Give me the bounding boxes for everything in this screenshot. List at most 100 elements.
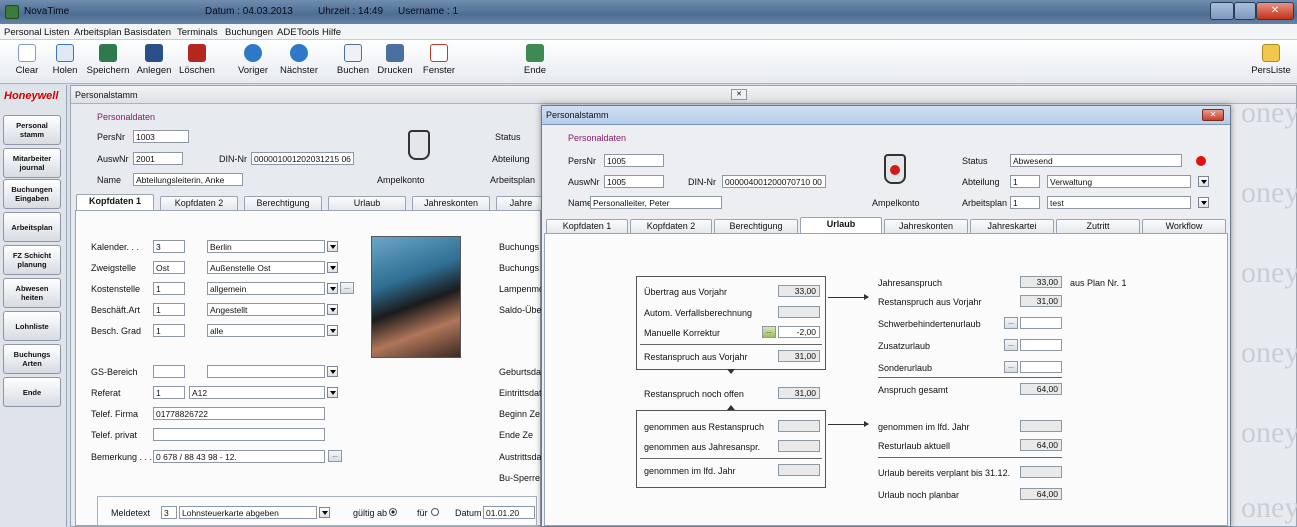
front-tab-urlaub[interactable]: Urlaub [800,217,882,233]
minimize-button[interactable] [1210,2,1234,20]
back-close-button[interactable]: ✕ [731,89,747,100]
anlegen-button[interactable]: Anlegen [131,42,177,82]
front-arbeitsplan-dropdown[interactable] [1198,197,1209,208]
kostenstelle-code[interactable]: 1 [153,282,185,295]
schwerbehindert-browse-button[interactable]: ... [1004,317,1018,329]
zusatzurlaub-field[interactable] [1020,339,1062,351]
front-tab-zutritt[interactable]: Zutritt [1056,219,1140,233]
beschaeftart-value[interactable]: Angestellt [207,303,325,316]
telef-firma-field[interactable]: 01778826722 [153,407,325,420]
loeschen-button[interactable]: Löschen [174,42,220,82]
referat-value[interactable]: A12 [189,386,325,399]
beschaeftart-dropdown[interactable] [327,304,338,315]
front-din-field[interactable]: 000004001200070710 00 [722,175,826,188]
manuell-field[interactable]: -2,00 [778,326,820,338]
front-persnr-field[interactable]: 1005 [604,154,664,167]
meldetext-field[interactable]: Lohnsteuerkarte abgeben [179,506,317,519]
auswnr-field[interactable]: 2001 [133,152,183,165]
name-field[interactable]: Abteilungsleiterin, Anke [133,173,243,186]
voriger-button[interactable]: Voriger [230,42,276,82]
sonderurlaub-browse-button[interactable]: ... [1004,361,1018,373]
sidebar-ende[interactable]: Ende [3,377,61,407]
front-arbeitsplan-field[interactable]: test [1047,196,1191,209]
beschaeftart-code[interactable]: 1 [153,303,185,316]
front-close-button[interactable]: ✕ [1202,109,1224,121]
telef-privat-field[interactable] [153,428,325,441]
ende-button[interactable]: Ende [512,42,558,82]
buchen-button[interactable]: Buchen [330,42,376,82]
fuer-radio[interactable] [431,508,439,516]
sidebar-lohnliste[interactable]: Lohnliste [3,311,61,341]
gueltig-radio[interactable] [389,508,397,516]
menu-listen[interactable]: Listen [44,27,69,38]
referat-code[interactable]: 1 [153,386,185,399]
manuell-browse-button[interactable]: ... [762,326,776,338]
meldetext-code[interactable]: 3 [161,506,177,519]
front-status-field[interactable]: Abwesend [1010,154,1182,167]
kalender-dropdown[interactable] [327,241,338,252]
sonderurlaub-field[interactable] [1020,361,1062,373]
gs-bereich-value[interactable] [207,365,325,378]
front-arbeitsplan-code[interactable]: 1 [1010,196,1040,209]
kostenstelle-value[interactable]: allgemein [207,282,325,295]
sidebar-abwesenheiten[interactable]: Abwesen heiten [3,278,61,308]
front-tab-jahreskartei[interactable]: Jahreskartei [970,219,1054,233]
persnr-field[interactable]: 1003 [133,130,189,143]
close-button[interactable]: ✕ [1256,2,1294,20]
gs-bereich-code[interactable] [153,365,185,378]
drucken-button[interactable]: Drucken [372,42,418,82]
tab-jahreskonten[interactable]: Jahreskonten [412,196,490,210]
tab-urlaub[interactable]: Urlaub [328,196,406,210]
zweigstelle-value[interactable]: Außenstelle Ost [207,261,325,274]
schwerbehindert-field[interactable] [1020,317,1062,329]
tab-kopfdaten1[interactable]: Kopfdaten 1 [76,194,154,210]
bemerkung-browse-button[interactable]: ... [328,450,342,462]
front-tab-berechtigung[interactable]: Berechtigung [714,219,798,233]
meldetext-dropdown[interactable] [319,507,330,518]
front-auswnr-field[interactable]: 1005 [604,175,664,188]
sidebar-buchungen-eingaben[interactable]: Buchungen Eingaben [3,179,61,209]
bemerkung-field[interactable]: 0 678 / 88 43 98 - 12. [153,450,325,463]
zweigstelle-dropdown[interactable] [327,262,338,273]
front-name-field[interactable]: Personalleiter, Peter [590,196,722,209]
menu-terminals[interactable]: Terminals [177,27,218,38]
menu-ade[interactable]: ADE [277,27,297,38]
front-abteilung-dropdown[interactable] [1198,176,1209,187]
menu-basisdaten[interactable]: Basisdaten [124,27,171,38]
beschgrad-code[interactable]: 1 [153,324,185,337]
beschgrad-dropdown[interactable] [327,325,338,336]
referat-dropdown[interactable] [327,387,338,398]
front-abteilung-field[interactable]: Verwaltung [1047,175,1191,188]
tab-berechtigung[interactable]: Berechtigung [244,196,322,210]
sidebar-arbeitsplan[interactable]: Arbeitsplan [3,212,61,242]
tab-jahre[interactable]: Jahre [496,196,546,210]
front-tab-jahreskonten[interactable]: Jahreskonten [884,219,968,233]
front-abteilung-code[interactable]: 1 [1010,175,1040,188]
menu-hilfe[interactable]: Hilfe [322,27,341,38]
menu-buchungen[interactable]: Buchungen [225,27,273,38]
zusatzurlaub-browse-button[interactable]: ... [1004,339,1018,351]
menu-tools[interactable]: Tools [297,27,319,38]
front-tab-workflow[interactable]: Workflow [1142,219,1226,233]
beschgrad-value[interactable]: alle [207,324,325,337]
sidebar-mitarbeiterjournal[interactable]: Mitarbeiter journal [3,148,61,178]
sidebar-fz-schicht[interactable]: FZ Schicht planung [3,245,61,275]
speichern-button[interactable]: Speichern [85,42,131,82]
maximize-button[interactable] [1234,2,1256,20]
datum-field[interactable]: 01.01.20 [483,506,535,519]
kalender-value[interactable]: Berlin [207,240,325,253]
naechster-button[interactable]: Nächster [276,42,322,82]
front-tab-kopfdaten2[interactable]: Kopfdaten 2 [630,219,712,233]
fenster-button[interactable]: Fenster [416,42,462,82]
menu-arbeitsplan[interactable]: Arbeitsplan [74,27,122,38]
zweigstelle-code[interactable]: Ost [153,261,185,274]
gs-bereich-dropdown[interactable] [327,366,338,377]
sidebar-buchungsarten[interactable]: Buchungs Arten [3,344,61,374]
din-field[interactable]: 000001001202031215 06 [251,152,354,165]
menu-personal[interactable]: Personal [4,27,42,38]
holen-button[interactable]: Holen [42,42,88,82]
persliste-button[interactable]: PersListe [1248,42,1294,82]
kostenstelle-dropdown[interactable] [327,283,338,294]
kalender-code[interactable]: 3 [153,240,185,253]
kostenstelle-browse-button[interactable]: ... [340,282,354,294]
